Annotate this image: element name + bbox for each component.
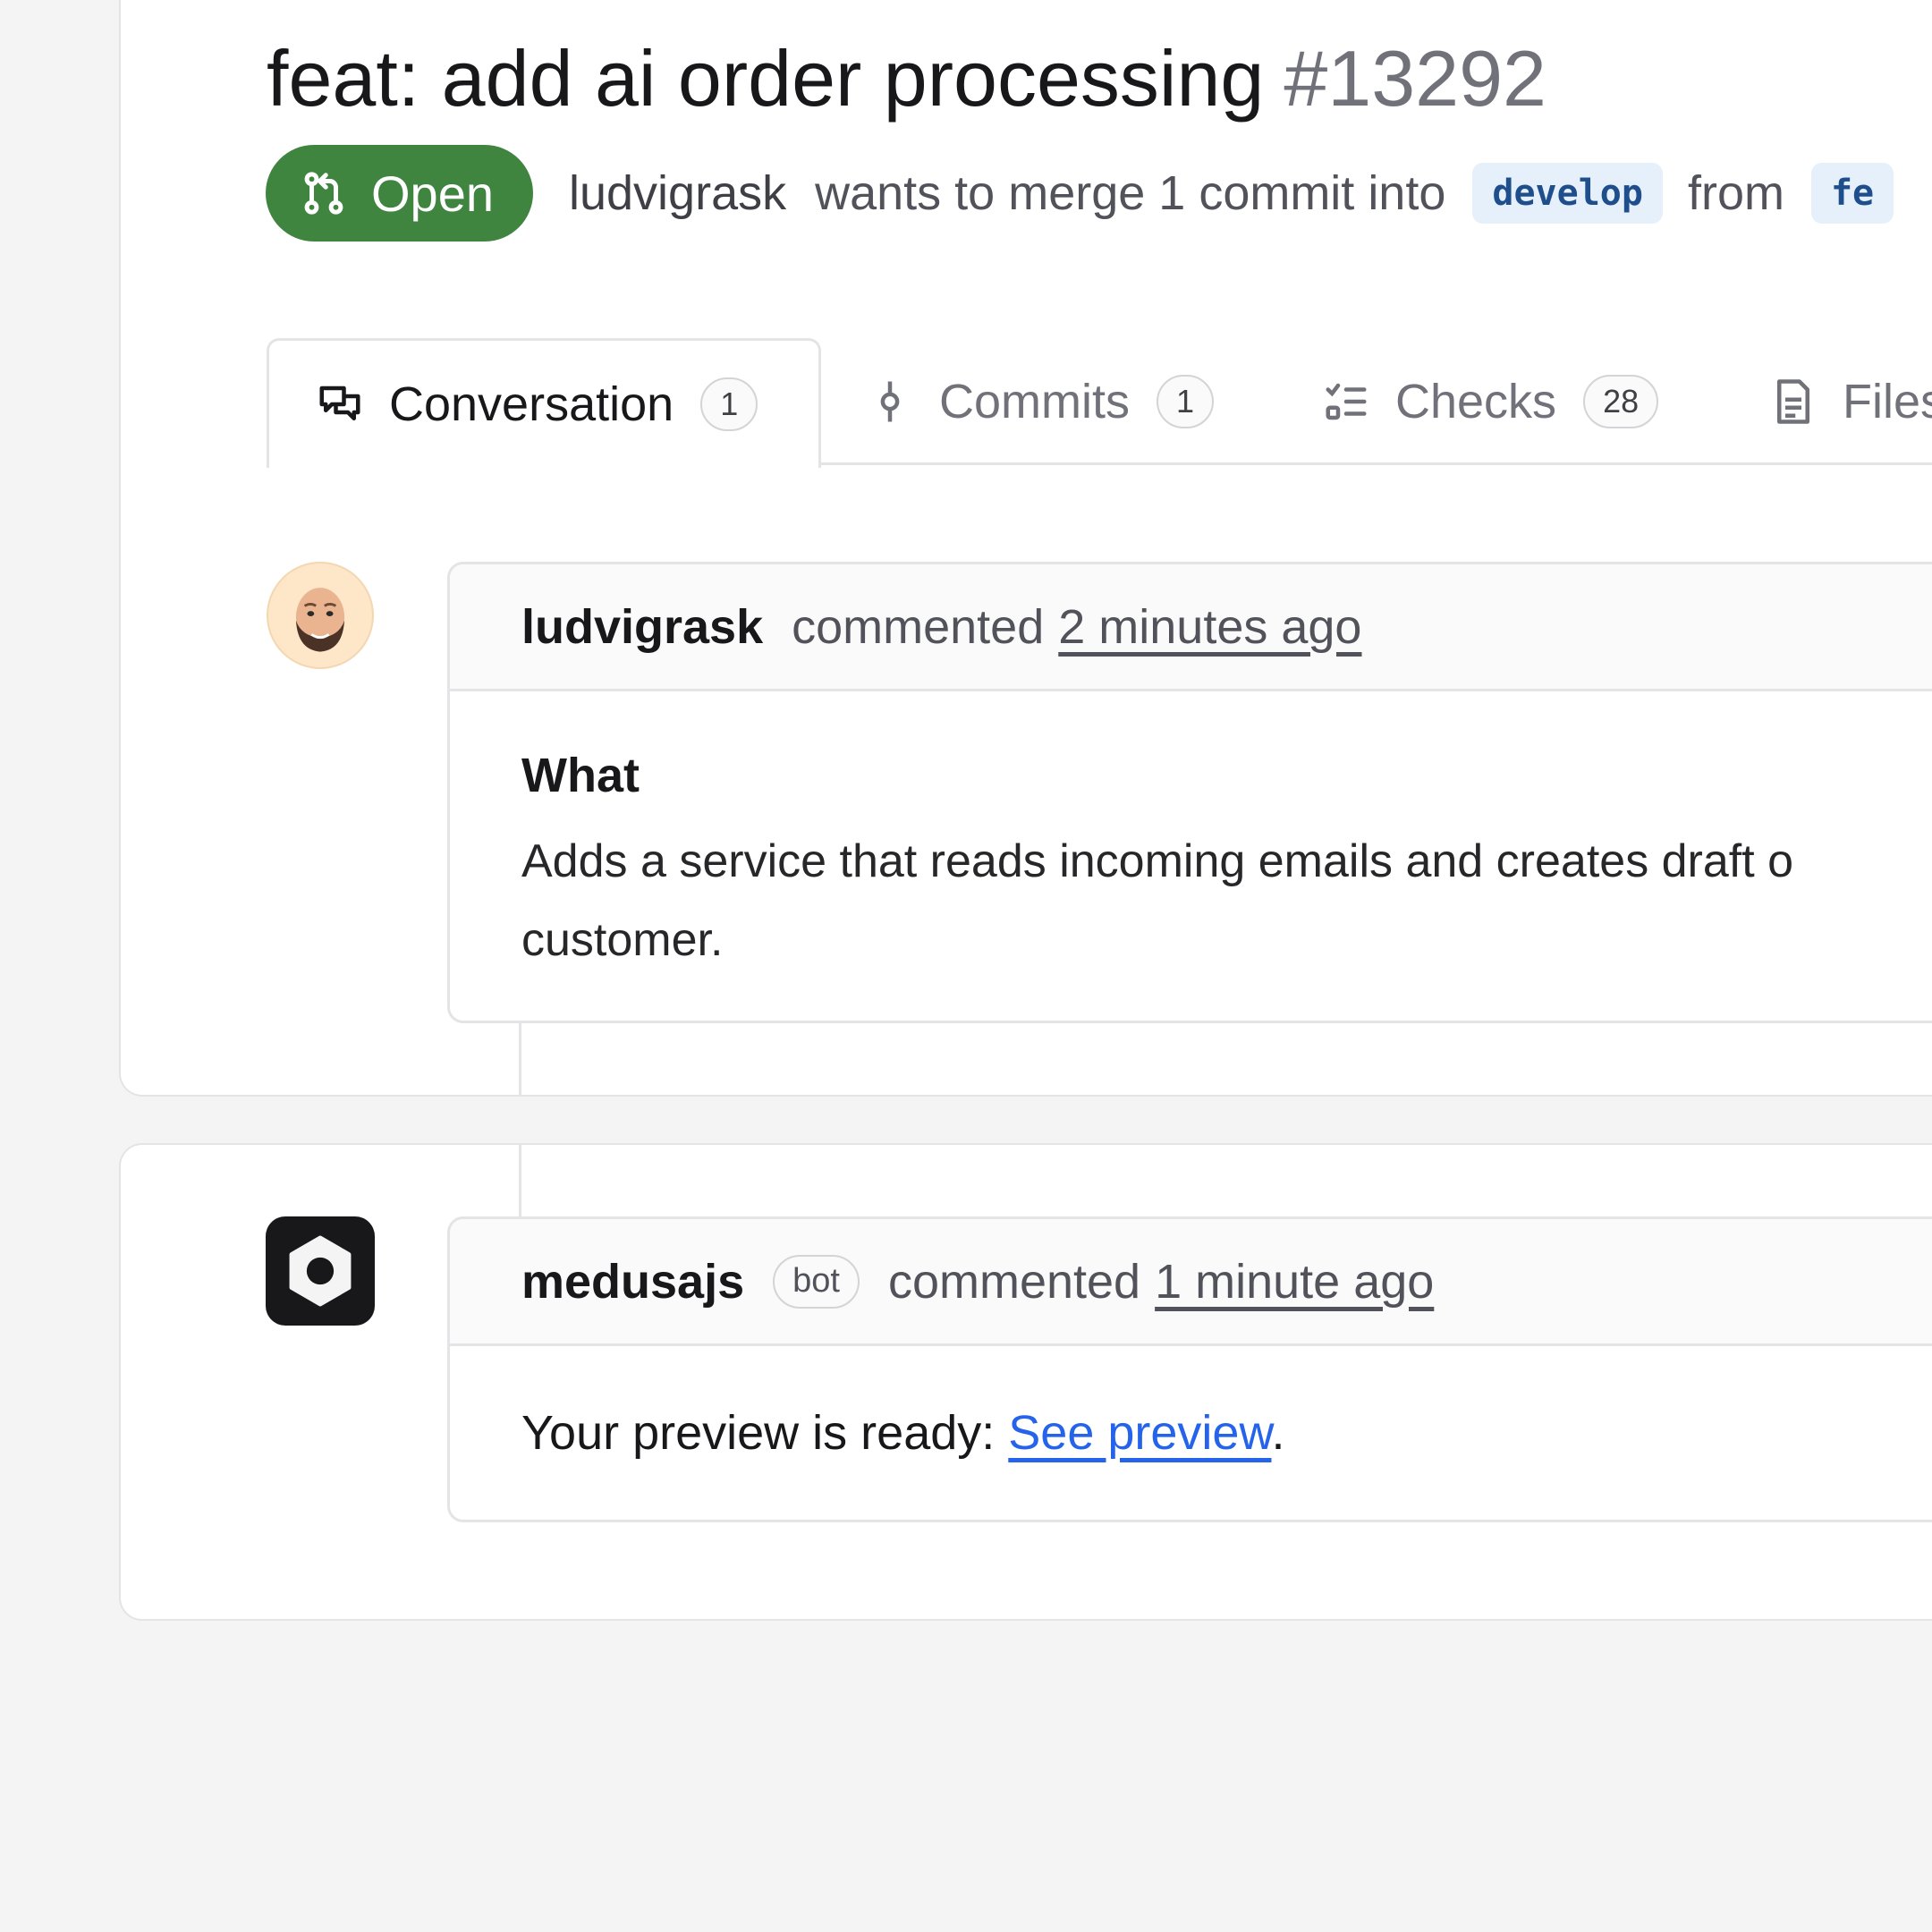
tab-conversation-count: 1 [700, 377, 758, 431]
merge-description: wants to merge 1 commit into [815, 166, 1446, 220]
tab-checks-label: Checks [1395, 375, 1557, 428]
tab-conversation[interactable]: Conversation 1 [267, 338, 821, 468]
comment-heading: What [521, 749, 640, 802]
preview-suffix: . [1271, 1406, 1285, 1460]
comment-author-link[interactable]: ludvigrask [521, 599, 763, 655]
preview-prefix: Your preview is ready: [521, 1406, 1009, 1460]
tab-checks-count: 28 [1583, 375, 1659, 428]
base-branch-label[interactable]: develop [1472, 163, 1663, 224]
comment-text-line: Adds a service that reads incoming email… [521, 835, 1794, 887]
status-label: Open [371, 165, 494, 222]
timeline-connector [519, 1020, 521, 1097]
git-commit-icon [880, 381, 900, 422]
comment-card: ludvigrask commented 2 minutes ago What … [447, 562, 1932, 1023]
comment-body: What Adds a service that reads incoming … [450, 691, 1932, 979]
bot-avatar[interactable] [266, 1216, 375, 1326]
comment-card: medusajs bot commented 1 minute ago Your… [447, 1216, 1932, 1522]
bot-badge: bot [773, 1254, 860, 1309]
head-branch-label[interactable]: fe [1810, 163, 1894, 224]
tab-files-label: Files [1843, 375, 1932, 428]
pr-number: #13292 [1284, 34, 1546, 123]
tab-conversation-label: Conversation [389, 377, 674, 431]
tab-commits[interactable]: Commits 1 [866, 338, 1215, 465]
comment-action: commented [887, 1254, 1141, 1309]
comment-timestamp-link[interactable]: 2 minutes ago [1058, 599, 1361, 655]
page: feat: add ai order processing #13292 Open… [0, 0, 1932, 1932]
checklist-icon [1326, 383, 1367, 420]
status-badge: Open [266, 145, 533, 242]
pr-title-row: feat: add ai order processing #13292 [267, 34, 1546, 123]
tab-files[interactable]: Files [1769, 338, 1932, 465]
pr-author-link[interactable]: ludvigrask [569, 165, 786, 221]
comment-discussion-icon [319, 386, 360, 420]
user-avatar-icon [295, 588, 345, 652]
comment-body: Your preview is ready: See preview. [450, 1346, 1932, 1464]
pr-tabs: Conversation 1 Commits 1 Checks 28 Files [267, 338, 1932, 468]
git-pull-request-icon [304, 172, 343, 215]
pr-title: feat: add ai order processing [267, 34, 1265, 123]
comment-timestamp-link[interactable]: 1 minute ago [1155, 1254, 1434, 1309]
comment-author-link[interactable]: medusajs [521, 1254, 744, 1309]
comment-text-line: customer. [521, 914, 724, 966]
medusa-logo-icon [289, 1235, 352, 1307]
timeline-connector [519, 1143, 521, 1218]
tab-commits-label: Commits [939, 375, 1130, 428]
file-icon [1777, 379, 1809, 424]
tab-checks[interactable]: Checks 28 [1322, 338, 1659, 465]
comment-action: commented [792, 599, 1045, 654]
preview-message: Your preview is ready: See preview. [521, 1402, 1932, 1464]
comment-header: medusajs bot commented 1 minute ago [450, 1219, 1932, 1346]
tab-commits-count: 1 [1157, 375, 1215, 428]
avatar[interactable] [267, 562, 374, 669]
see-preview-link[interactable]: See preview [1008, 1406, 1271, 1460]
from-label: from [1687, 166, 1784, 220]
pr-meta-row: Open ludvigrask wants to merge 1 commit … [266, 145, 1894, 242]
comment-header: ludvigrask commented 2 minutes ago [450, 564, 1932, 691]
